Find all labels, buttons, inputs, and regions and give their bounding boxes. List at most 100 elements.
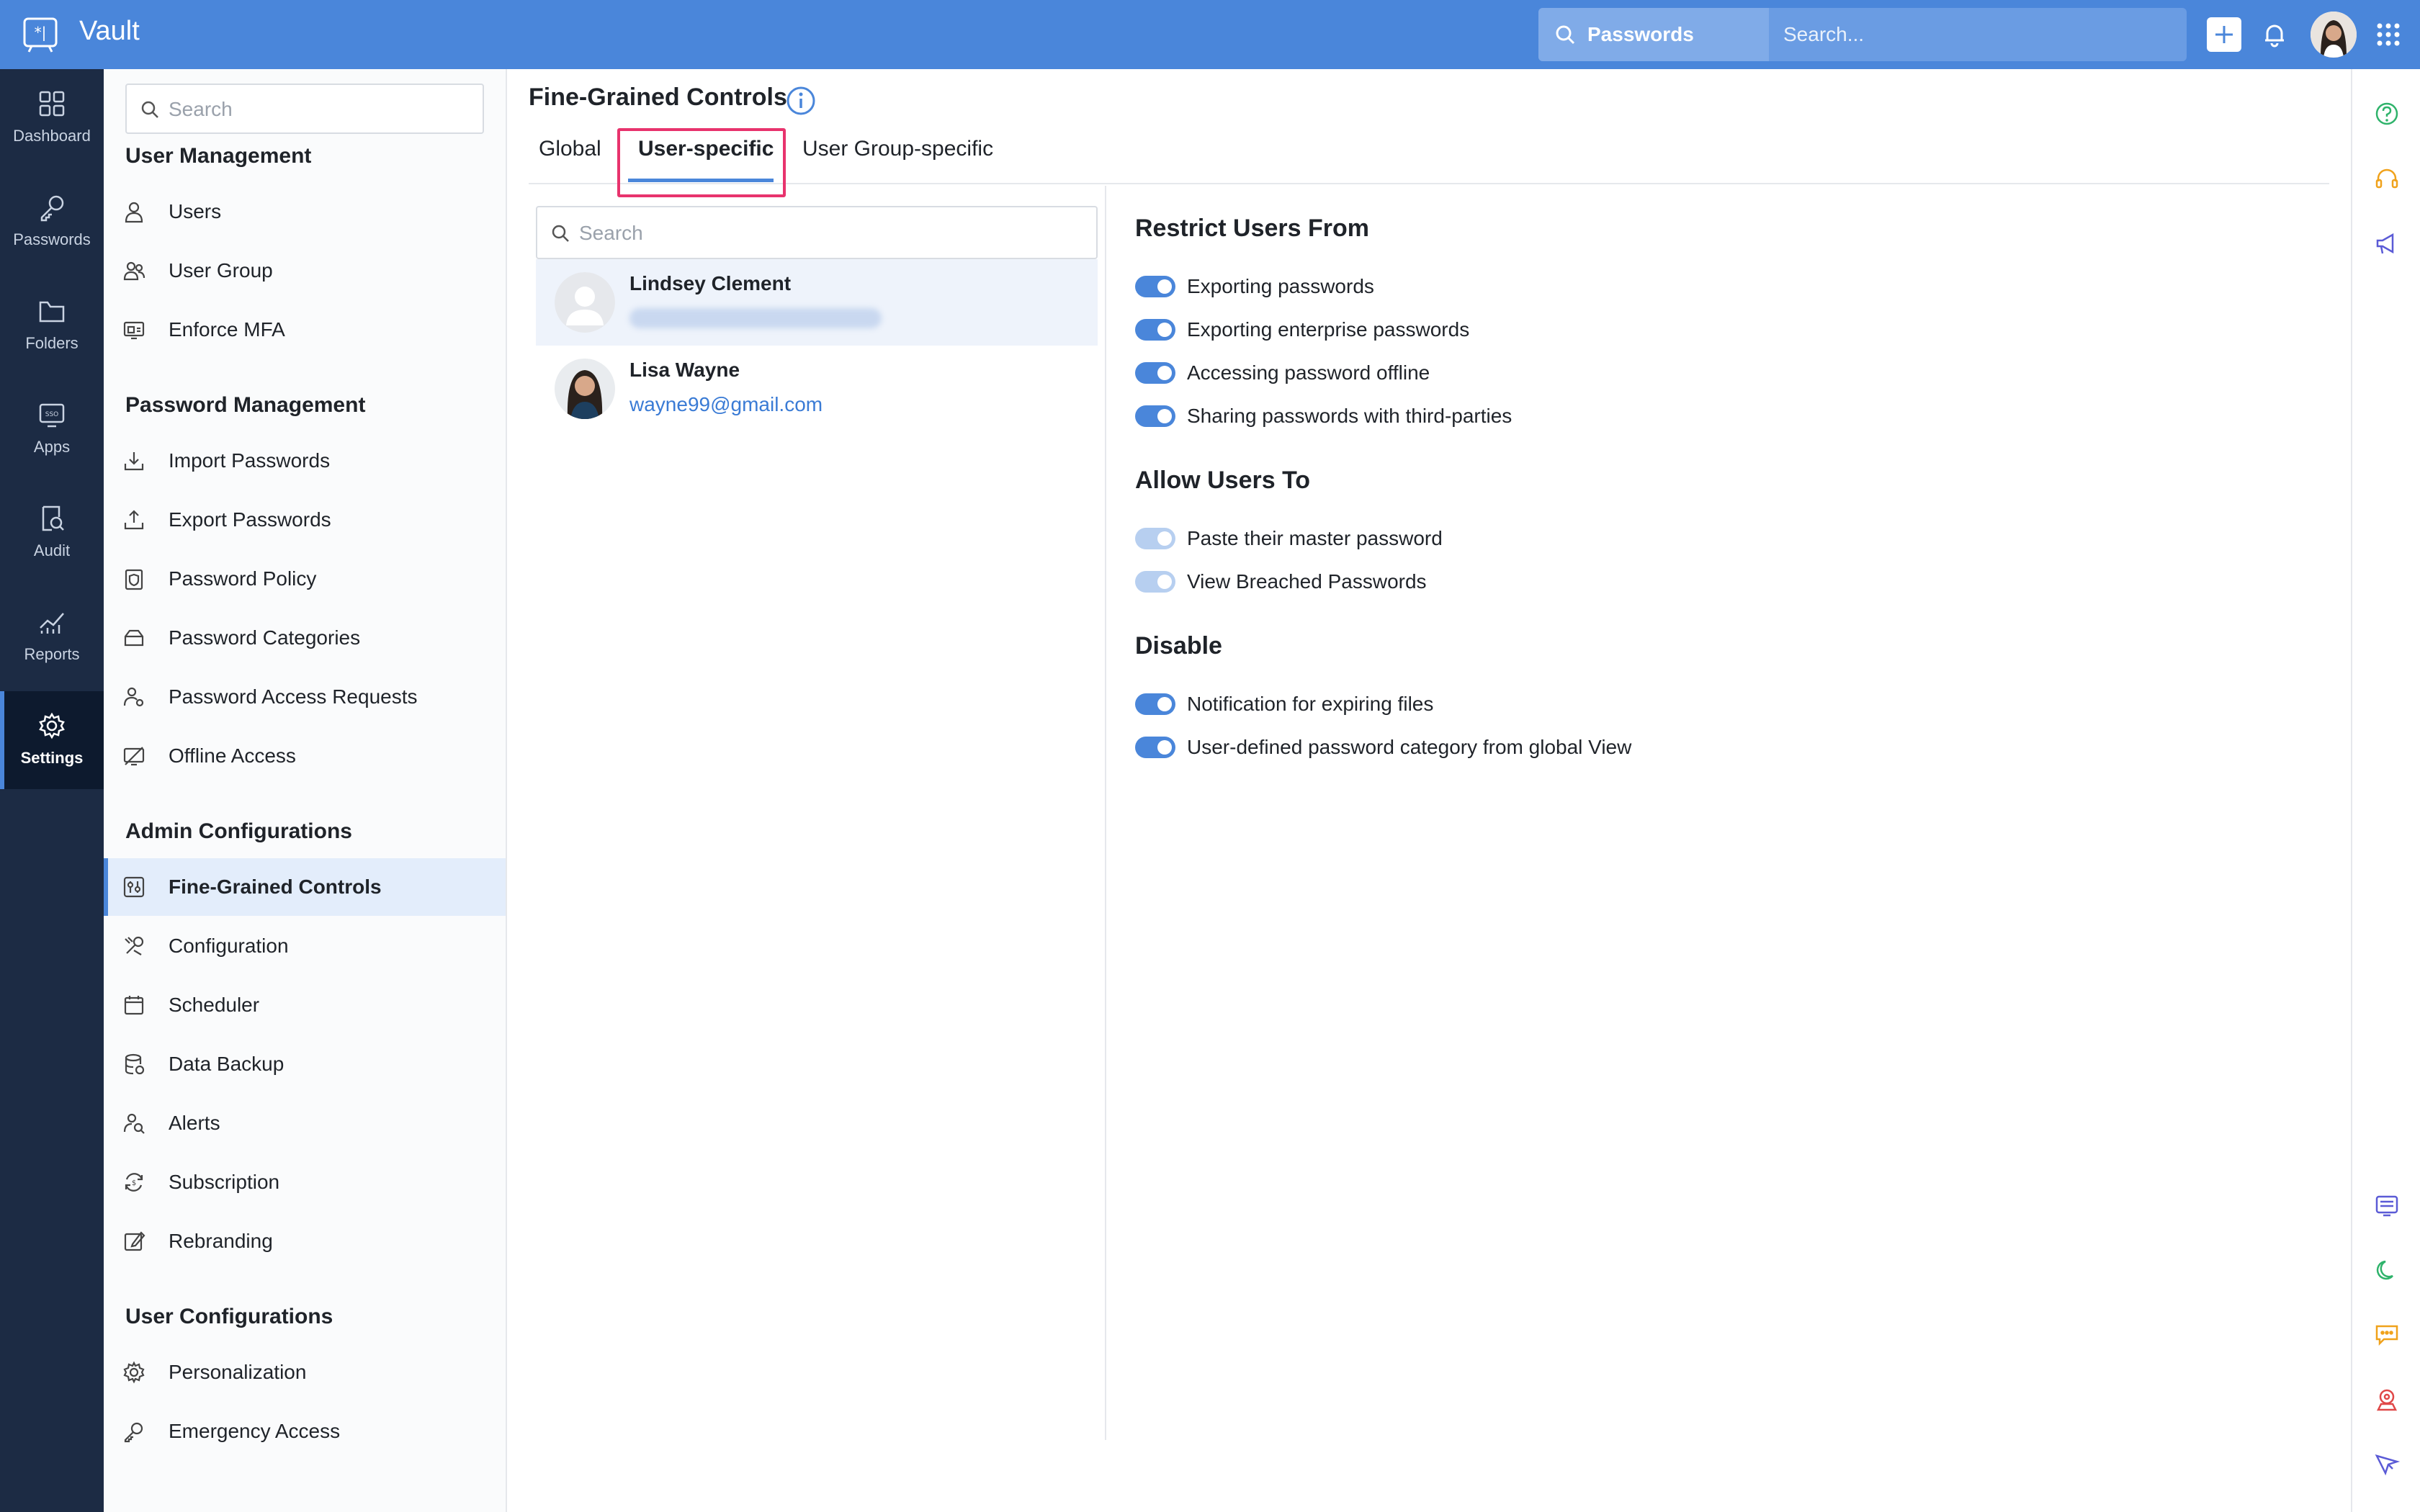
announcement-icon[interactable] [2374, 230, 2400, 256]
toggle-view-breached-passwords[interactable] [1135, 571, 1175, 593]
sidebar-item-emergency-access[interactable]: Emergency Access [104, 1403, 506, 1460]
sidebar-search-input[interactable]: Search [125, 84, 484, 134]
toggle-row: View Breached Passwords [1135, 567, 1427, 596]
user-list-item[interactable]: Lisa Wayne wayne99@gmail.com [536, 346, 1098, 432]
toggle-accessing-password-offline[interactable] [1135, 362, 1175, 384]
toggle-exporting-enterprise-passwords[interactable] [1135, 319, 1175, 341]
sidebar-item-import-passwords[interactable]: Import Passwords [104, 432, 506, 490]
search-input[interactable]: Search... [1783, 8, 1864, 61]
nav-item-settings[interactable]: Settings [0, 691, 104, 789]
sidebar-item-label: Subscription [169, 1171, 280, 1193]
chat-icon[interactable] [2374, 1322, 2400, 1348]
sidebar-item-label: Export Passwords [169, 508, 331, 531]
toggle-notification-expiring-files[interactable] [1135, 693, 1175, 715]
gear-icon [123, 1361, 145, 1384]
alert-user-icon [123, 1113, 145, 1134]
offline-icon [123, 747, 145, 766]
nav-label: Dashboard [13, 127, 91, 145]
nav-label: Passwords [13, 230, 91, 248]
nav-item-reports[interactable]: Reports [0, 588, 104, 685]
sidebar-item-data-backup[interactable]: Data Backup [104, 1035, 506, 1093]
sidebar-item-label: Configuration [169, 935, 289, 957]
global-search[interactable]: Passwords Search... [1538, 8, 2187, 61]
dashboard-icon [39, 91, 65, 117]
nav-item-passwords[interactable]: Passwords [0, 173, 104, 271]
sidebar-item-scheduler[interactable]: Scheduler [104, 976, 506, 1034]
toggle-label: Exporting passwords [1187, 275, 1374, 297]
sidebar-item-configuration[interactable]: Configuration [104, 917, 506, 975]
sidebar-item-users[interactable]: Users [104, 183, 506, 240]
sidebar-item-password-categories[interactable]: Password Categories [104, 609, 506, 667]
sidebar-item-personalization[interactable]: Personalization [104, 1344, 506, 1401]
sidebar-item-label: Fine-Grained Controls [169, 876, 382, 898]
settings-sidebar: Search User Management Users User Group … [104, 69, 507, 1512]
tab-user-group-specific[interactable]: User Group-specific [802, 137, 993, 161]
app-title: Vault [79, 16, 140, 46]
sidebar-item-alerts[interactable]: Alerts [104, 1094, 506, 1152]
nav-item-audit[interactable]: Audit [0, 484, 104, 582]
nav-label: Folders [25, 334, 79, 352]
user-email-redacted [629, 308, 882, 328]
sidebar-item-user-group[interactable]: User Group [104, 242, 506, 300]
sidebar-item-export-passwords[interactable]: Export Passwords [104, 491, 506, 549]
plus-icon [2215, 26, 2233, 43]
user-name: Lisa Wayne [629, 359, 740, 381]
sidebar-item-subscription[interactable]: $ Subscription [104, 1153, 506, 1211]
nav-item-dashboard[interactable]: Dashboard [0, 69, 104, 167]
sidebar-item-label: Emergency Access [169, 1420, 341, 1442]
moon-icon[interactable] [2374, 1257, 2400, 1283]
sidebar-item-label: Users [169, 200, 222, 222]
sidebar-item-fine-grained-controls[interactable]: Fine-Grained Controls [104, 858, 506, 916]
toggle-row: Notification for expiring files [1135, 690, 1433, 719]
reports-icon [40, 613, 64, 634]
bell-icon[interactable] [2260, 20, 2289, 49]
apps-grid-icon[interactable] [2375, 22, 2401, 48]
search-icon [141, 101, 158, 118]
toggle-label: View Breached Passwords [1187, 570, 1427, 593]
vault-logo-icon: *| [23, 17, 58, 53]
nav-item-folders[interactable]: Folders [0, 276, 104, 374]
sidebar-item-label: User Group [169, 259, 273, 282]
group-title-allow: Allow Users To [1135, 467, 1311, 494]
sidebar-item-label: Personalization [169, 1361, 307, 1383]
group-title-restrict: Restrict Users From [1135, 215, 1370, 242]
nav-item-apps[interactable]: SSO Apps [0, 380, 104, 478]
sidebar-item-password-access-requests[interactable]: Password Access Requests [104, 668, 506, 726]
group-title-disable: Disable [1135, 632, 1222, 660]
primary-nav: Dashboard Passwords Folders SSO Apps Aud… [0, 69, 104, 1512]
toggle-row: Paste their master password [1135, 524, 1443, 553]
sidebar-item-password-policy[interactable]: Password Policy [104, 550, 506, 608]
help-icon[interactable] [2374, 101, 2400, 127]
svg-text:$: $ [132, 1179, 136, 1187]
export-icon [124, 510, 144, 530]
tools-icon [125, 936, 144, 955]
sidebar-item-label: Password Policy [169, 567, 317, 590]
add-button[interactable] [2207, 17, 2241, 52]
section-title-user-configurations: User Configurations [125, 1305, 333, 1328]
feedback-icon[interactable] [2374, 1452, 2400, 1477]
access-request-icon [123, 687, 144, 707]
folder-icon [39, 301, 65, 323]
calendar-icon [124, 996, 144, 1015]
info-icon[interactable] [785, 85, 817, 117]
keyboard-icon[interactable] [2374, 1192, 2400, 1218]
user-search-input[interactable]: Search [536, 206, 1098, 259]
user-list-item[interactable]: Lindsey Clement [536, 259, 1098, 346]
toggle-paste-master-password[interactable] [1135, 528, 1175, 549]
sidebar-item-enforce-mfa[interactable]: Enforce MFA [104, 301, 506, 359]
headset-icon[interactable] [2374, 166, 2400, 192]
sidebar-item-offline-access[interactable]: Offline Access [104, 727, 506, 785]
toggle-exporting-passwords[interactable] [1135, 276, 1175, 297]
toggle-user-defined-category[interactable] [1135, 737, 1175, 758]
avatar [555, 359, 615, 419]
search-scope-selector[interactable]: Passwords [1538, 8, 1769, 61]
contact-icon[interactable] [2374, 1387, 2400, 1413]
sidebar-item-label: Password Access Requests [169, 685, 418, 708]
sidebar-item-label: Password Categories [169, 626, 361, 649]
tab-global[interactable]: Global [539, 137, 601, 161]
sidebar-item-rebranding[interactable]: Rebranding [104, 1212, 506, 1270]
default-avatar-icon [555, 272, 615, 333]
avatar [555, 272, 615, 333]
profile-avatar[interactable] [2311, 12, 2357, 58]
toggle-sharing-passwords[interactable] [1135, 405, 1175, 427]
